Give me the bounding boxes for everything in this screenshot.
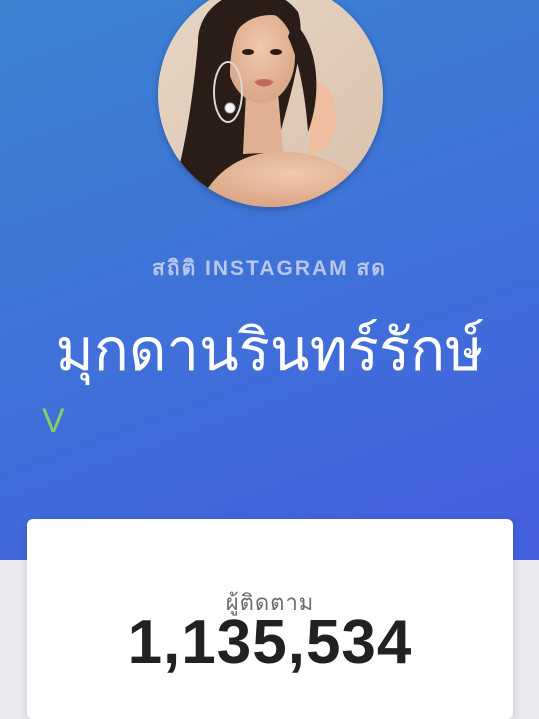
stats-label: สถิติ INSTAGRAM สด bbox=[152, 257, 387, 280]
followers-count: 1,135,534 bbox=[127, 608, 413, 677]
avatar bbox=[158, 0, 383, 207]
verified-mark: V bbox=[42, 402, 65, 440]
followers-card: ผู้ติดตาม 1,135,534 bbox=[27, 519, 513, 719]
hero-header: สถิติ INSTAGRAM สด มุกดานรินทร์รักษ์ V bbox=[0, 0, 539, 560]
avatar-image bbox=[158, 0, 383, 207]
profile-name: มุกดานรินทร์รักษ์ bbox=[55, 316, 484, 384]
